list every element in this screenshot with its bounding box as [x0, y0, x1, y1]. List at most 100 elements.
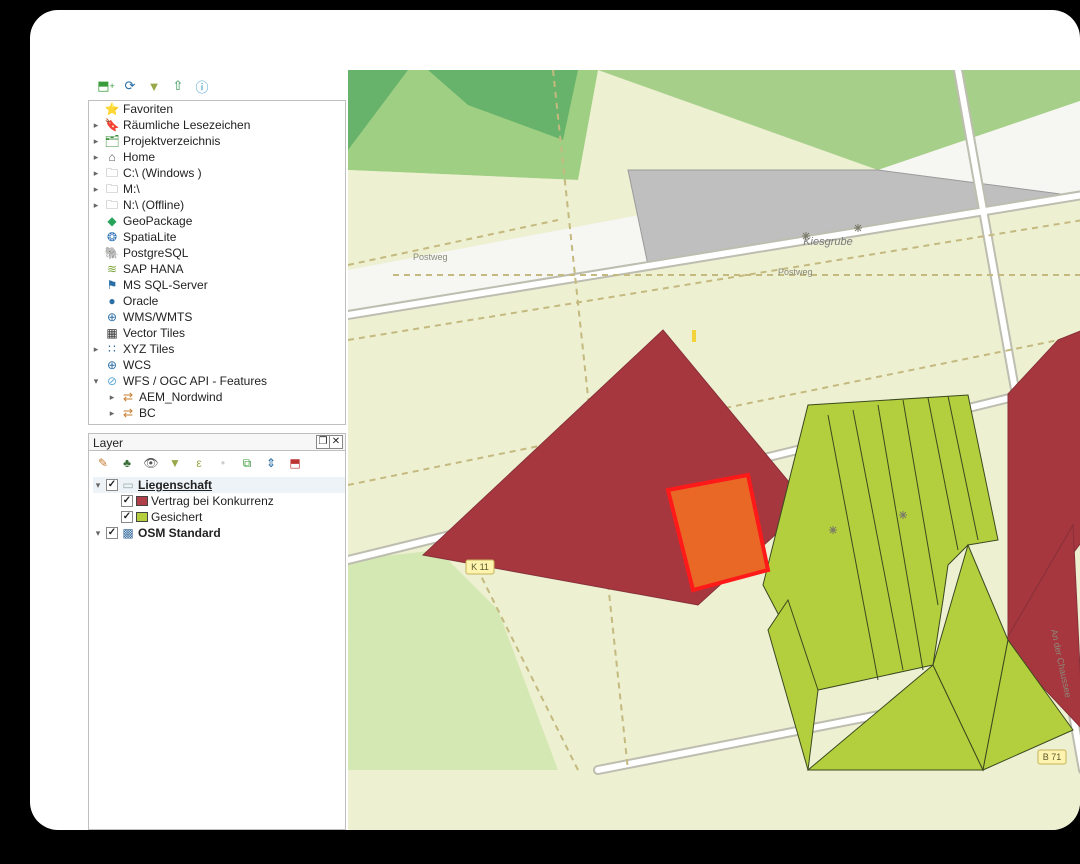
browser-item-label: Räumliche Lesezeichen — [123, 117, 250, 133]
datasource-icon: 🗀 — [105, 198, 119, 212]
datasource-icon: ● — [105, 294, 119, 308]
datasource-icon: 🗀 — [105, 166, 119, 180]
browser-item-label: SAP HANA — [123, 261, 183, 277]
browser-item-label: MS SQL-Server — [123, 277, 208, 293]
refresh-icon[interactable]: ⟳ — [122, 78, 138, 94]
collapse-icon[interactable]: ⇧ — [170, 78, 186, 94]
browser-item[interactable]: ▸❂SpatiaLite — [89, 229, 345, 245]
checkbox-icon[interactable]: ✓ — [106, 527, 118, 539]
info-icon[interactable]: ⓘ — [194, 78, 210, 94]
expand-arrow-icon[interactable]: ▸ — [91, 197, 101, 213]
browser-item[interactable]: ▸◆GeoPackage — [89, 213, 345, 229]
datasource-icon: ⊕ — [105, 310, 119, 324]
layer-expand-icon[interactable]: ⇕ — [263, 455, 279, 471]
browser-item-label: N:\ (Offline) — [123, 197, 184, 213]
browser-item[interactable]: ▸⌂Home — [89, 149, 345, 165]
browser-item[interactable]: ▸🗀M:\ — [89, 181, 345, 197]
raster-layer-icon: ▩ — [121, 526, 135, 540]
expand-arrow-icon[interactable]: ▸ — [91, 165, 101, 181]
browser-item-label: C:\ (Windows ) — [123, 165, 202, 181]
layer-remove-icon[interactable]: ⬒ — [287, 455, 303, 471]
layer-expr-icon[interactable]: ε — [191, 455, 207, 471]
layer-tree[interactable]: ▾ ✓ ▭ Liegenschaft ✓ Vertrag bei Konkurr… — [89, 475, 345, 541]
browser-item[interactable]: ▸🗂Projektverzeichnis — [89, 133, 345, 149]
map-label-kiesgrube: Kiesgrube — [803, 236, 853, 248]
browser-item-label: GeoPackage — [123, 213, 192, 229]
browser-item-label: PostgreSQL — [123, 245, 188, 261]
browser-item[interactable]: ▸≋SAP HANA — [89, 261, 345, 277]
layer-panel-title-bar: Layer ❐ ✕ — [89, 433, 345, 451]
filter-icon[interactable]: ▼ — [146, 78, 162, 94]
layer-tree-icon[interactable]: ♣ — [119, 455, 135, 471]
legend-item-konkurrenz[interactable]: ✓ Vertrag bei Konkurrenz — [93, 493, 345, 509]
expand-arrow-icon[interactable]: ▸ — [107, 405, 117, 421]
layer-panel-title: Layer — [93, 436, 123, 450]
legend-swatch-red — [136, 496, 148, 506]
expand-arrow-icon[interactable]: ▸ — [91, 181, 101, 197]
map-label-postweg-left: Postweg — [413, 252, 448, 262]
datasource-icon: ⇄ — [121, 390, 135, 404]
browser-item[interactable]: ▸⭐Favoriten — [89, 101, 345, 117]
browser-item-label: XYZ Tiles — [123, 341, 174, 357]
browser-item[interactable]: ▸ 🗀 C:\ (Windows ) — [89, 165, 345, 181]
browser-item-label: WFS / OGC API - Features — [123, 373, 267, 389]
expand-arrow-icon[interactable]: ▸ — [107, 389, 117, 405]
layer-filter-icon[interactable]: ▼ — [167, 455, 183, 471]
browser-item[interactable]: ▸⊕WMS/WMTS — [89, 309, 345, 325]
svg-text:K 11: K 11 — [471, 562, 489, 572]
layer-sep: • — [215, 455, 231, 471]
datasource-icon: ⚑ — [105, 278, 119, 292]
layer-style-icon[interactable]: ✎ — [95, 455, 111, 471]
map-label-postweg-right: Postweg — [778, 267, 813, 277]
browser-item-label: Oracle — [123, 293, 158, 309]
datasource-icon: ≋ — [105, 262, 119, 276]
checkbox-icon[interactable]: ✓ — [121, 511, 133, 523]
datasource-icon: 🐘 — [105, 246, 119, 260]
layer-label: Liegenschaft — [138, 477, 212, 493]
datasource-icon: ⊕ — [105, 358, 119, 372]
datasource-icon: 🔖 — [105, 118, 119, 132]
expand-arrow-icon[interactable]: ▾ — [91, 373, 101, 389]
expand-arrow-icon[interactable]: ▸ — [91, 149, 101, 165]
datasource-icon: ⇄ — [121, 406, 135, 420]
close-icon[interactable]: ✕ — [329, 435, 343, 449]
browser-item[interactable]: ▸ 🗀 N:\ (Offline) — [89, 197, 345, 213]
browser-item[interactable]: ▸⊕WCS — [89, 357, 345, 373]
layer-visibility-icon[interactable]: 👁 — [143, 455, 159, 471]
browser-item[interactable]: ▸∷XYZ Tiles — [89, 341, 345, 357]
browser-item-label: BC — [139, 405, 156, 421]
datasource-icon: ❂ — [105, 230, 119, 244]
browser-item[interactable]: ▸⚑MS SQL-Server — [89, 277, 345, 293]
layer-group-icon[interactable]: ⧉ — [239, 455, 255, 471]
browser-tree[interactable]: ▸⭐Favoriten▸🔖Räumliche Lesezeichen▸🗂Proj… — [88, 100, 346, 425]
legend-label: Vertrag bei Konkurrenz — [151, 493, 274, 509]
browser-item-label: WMS/WMTS — [123, 309, 192, 325]
legend-item-gesichert[interactable]: ✓ Gesichert — [93, 509, 345, 525]
browser-item-label: Favoriten — [123, 101, 173, 117]
add-layer-icon[interactable]: ⬒+ — [98, 78, 114, 94]
road-shield-b71: B 71 — [1038, 750, 1066, 764]
map-canvas[interactable]: Kiesgrube Postweg Postweg K 11 B 71 An d… — [348, 70, 1080, 830]
expand-arrow-icon[interactable]: ▸ — [91, 133, 101, 149]
browser-item[interactable]: ▸ 🔖 Räumliche Lesezeichen — [89, 117, 345, 133]
browser-item[interactable]: ▸ ⇄ BC — [89, 405, 345, 421]
browser-item[interactable]: ▸🐘PostgreSQL — [89, 245, 345, 261]
browser-item[interactable]: ▸⇄AEM_Nordwind — [89, 389, 345, 405]
browser-item[interactable]: ▾ ⊘ WFS / OGC API - Features — [89, 373, 345, 389]
browser-item[interactable]: ▸●Oracle — [89, 293, 345, 309]
checkbox-icon[interactable]: ✓ — [121, 495, 133, 507]
checkbox-icon[interactable]: ✓ — [106, 479, 118, 491]
browser-item-label: Projektverzeichnis — [123, 133, 220, 149]
browser-item-label: M:\ — [123, 181, 140, 197]
road-shield-k11: K 11 — [466, 560, 494, 574]
expand-arrow-icon[interactable]: ▸ — [91, 341, 101, 357]
browser-item[interactable]: ▸▦Vector Tiles — [89, 325, 345, 341]
datasource-icon: ⊘ — [105, 374, 119, 388]
datasource-icon: ▦ — [105, 326, 119, 340]
undock-icon[interactable]: ❐ — [316, 435, 330, 449]
polygon-layer-icon: ▭ — [121, 478, 135, 492]
layer-liegenschaft[interactable]: ▾ ✓ ▭ Liegenschaft — [93, 477, 345, 493]
layer-osm-standard[interactable]: ▾ ✓ ▩ OSM Standard — [93, 525, 345, 541]
sidebar: ⬒+ ⟳ ▼ ⇧ ⓘ ▸⭐Favoriten▸🔖Räumliche Leseze… — [88, 70, 348, 830]
expand-arrow-icon[interactable]: ▸ — [91, 117, 101, 133]
